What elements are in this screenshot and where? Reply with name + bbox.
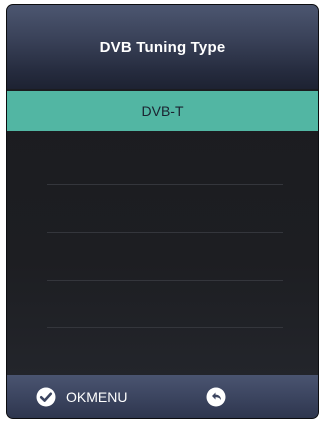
footer-bar: OKMENU	[7, 375, 318, 418]
dialog-title: DVB Tuning Type	[99, 38, 226, 56]
tuning-type-dialog: DVB Tuning Type DVB-T OKMENU	[7, 5, 318, 418]
check-circle-icon[interactable]	[36, 387, 56, 407]
empty-slot-divider	[47, 327, 283, 328]
empty-slot-divider	[47, 232, 283, 233]
empty-slot-divider	[47, 280, 283, 281]
option-item-selected[interactable]: DVB-T	[7, 91, 318, 131]
ok-menu-label: OKMENU	[66, 389, 128, 405]
dialog-header: DVB Tuning Type	[7, 5, 318, 89]
option-list: DVB-T	[7, 89, 318, 375]
option-label: DVB-T	[141, 103, 184, 119]
empty-slot-divider	[47, 184, 283, 185]
return-arrow-icon[interactable]	[205, 387, 227, 407]
